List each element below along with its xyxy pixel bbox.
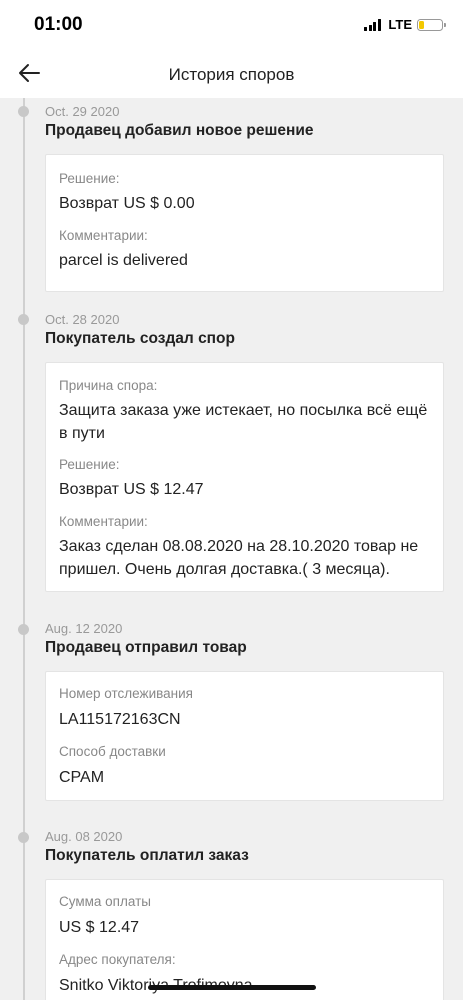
signal-icon <box>364 18 382 31</box>
field-value[interactable]: LA115172163CN <box>59 708 429 731</box>
event-title: Покупатель создал спор <box>45 330 235 347</box>
event-title: Продавец добавил новое решение <box>45 122 314 139</box>
field-value: US $ 12.47 <box>59 919 140 936</box>
timeline-dot <box>18 314 29 325</box>
field-label: Причина спора: <box>59 378 158 393</box>
timeline-dot <box>18 106 29 117</box>
event-card: Решение: Возврат US $ 0.00 Комментарии: … <box>45 154 444 292</box>
status-indicators: LTE <box>364 17 446 32</box>
status-bar: 01:00 LTE <box>0 0 463 50</box>
field-value: Защита заказа уже истекает, но посылка в… <box>59 402 428 442</box>
timeline-dot <box>18 624 29 635</box>
field-label: Номер отслеживания <box>59 686 193 701</box>
field-value: Заказ сделан 08.08.2020 на 28.10.2020 то… <box>59 538 419 578</box>
field-label: Решение: <box>59 457 120 472</box>
battery-icon <box>417 18 446 31</box>
field-value: CPAM <box>59 769 105 786</box>
event-card: Номер отслеживания LA115172163CN Способ … <box>45 671 444 801</box>
event-date: Aug. 12 2020 <box>45 621 123 636</box>
field-label: Сумма оплаты <box>59 894 151 909</box>
timeline-dot <box>18 832 29 843</box>
network-type: LTE <box>388 17 412 32</box>
event-date: Oct. 29 2020 <box>45 104 120 119</box>
event-date: Aug. 08 2020 <box>45 829 123 844</box>
field-label: Способ доставки <box>59 744 166 759</box>
field-label: Решение: <box>59 171 120 186</box>
field-value: Возврат US $ 12.47 <box>59 481 204 498</box>
field-label: Комментарии: <box>59 514 148 529</box>
dispute-history-timeline[interactable]: Oct. 29 2020 Продавец добавил новое реше… <box>0 98 463 1000</box>
header: История споров <box>0 50 463 98</box>
event-card: Причина спора: Защита заказа уже истекае… <box>45 362 444 592</box>
home-indicator[interactable] <box>148 985 316 990</box>
field-label: Адрес покупателя: <box>59 952 176 967</box>
field-value: Возврат US $ 0.00 <box>59 195 195 212</box>
timeline-line <box>23 98 25 1000</box>
field-value: parcel is delivered <box>59 252 188 269</box>
field-label: Комментарии: <box>59 228 148 243</box>
status-time: 01:00 <box>34 14 83 35</box>
event-date: Oct. 28 2020 <box>45 312 120 327</box>
page-title: История споров <box>168 65 295 84</box>
event-title: Продавец отправил товар <box>45 639 247 656</box>
event-card: Сумма оплаты US $ 12.47 Адрес покупателя… <box>45 879 444 1000</box>
event-title: Покупатель оплатил заказ <box>45 847 249 864</box>
